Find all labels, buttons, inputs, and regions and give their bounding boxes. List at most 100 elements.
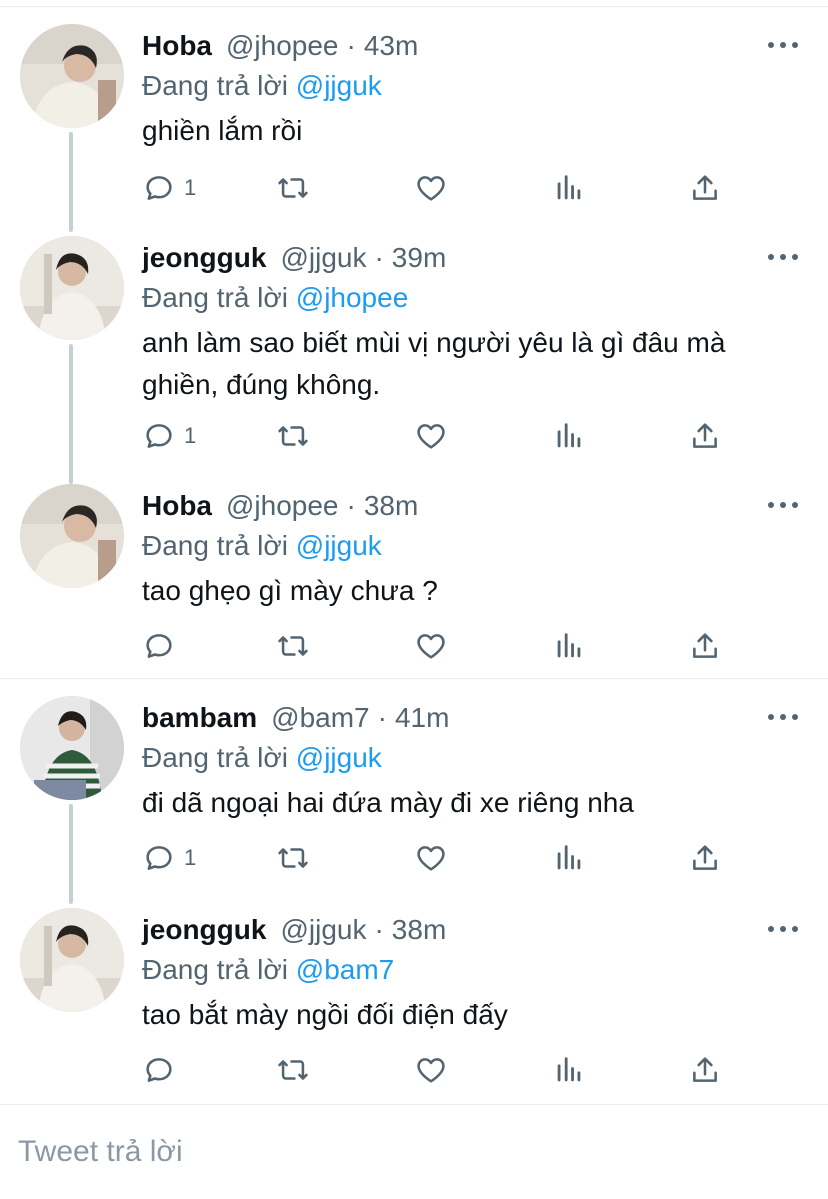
tweet-time[interactable]: 41m xyxy=(395,698,449,738)
analytics-button[interactable] xyxy=(552,416,586,456)
avatar[interactable] xyxy=(20,24,124,128)
more-options-icon[interactable] xyxy=(768,714,798,722)
retweet-button[interactable] xyxy=(276,838,310,878)
avatar[interactable] xyxy=(20,484,124,588)
author-name[interactable]: bambam xyxy=(142,698,257,738)
more-options-icon[interactable] xyxy=(768,42,798,50)
reply-button[interactable] xyxy=(142,1050,184,1090)
share-icon xyxy=(693,845,717,870)
avatar[interactable] xyxy=(20,696,124,800)
reply-icon xyxy=(146,1058,172,1082)
retweet-icon xyxy=(278,426,308,446)
replying-to-label: Đang trả lời xyxy=(142,954,288,985)
reply-composer-input[interactable]: Tweet trả lời xyxy=(18,1130,183,1174)
more-options-icon[interactable] xyxy=(768,926,798,934)
like-button[interactable] xyxy=(414,416,448,456)
share-icon xyxy=(693,633,717,658)
reply-icon xyxy=(146,424,172,448)
retweet-button[interactable] xyxy=(276,1050,310,1090)
tweet-actions: 1 xyxy=(142,416,742,456)
tweet-text: anh làm sao biết mùi vị người yêu là gì … xyxy=(142,327,726,400)
thread-line xyxy=(69,132,73,232)
separator-dot: · xyxy=(374,914,384,945)
retweet-icon xyxy=(278,178,308,198)
thread-line xyxy=(69,804,73,904)
analytics-icon xyxy=(557,633,581,658)
replying-to: Đang trả lời @jjguk xyxy=(142,66,382,106)
share-icon xyxy=(693,175,717,200)
like-button[interactable] xyxy=(414,626,448,666)
replying-to-label: Đang trả lời xyxy=(142,282,288,313)
more-options-icon[interactable] xyxy=(768,502,798,510)
share-button[interactable] xyxy=(688,416,722,456)
analytics-button[interactable] xyxy=(552,168,586,208)
heart-icon xyxy=(417,176,445,201)
reply-button[interactable] xyxy=(142,626,184,666)
share-icon xyxy=(693,1057,717,1082)
retweet-icon xyxy=(278,1060,308,1080)
reply-count: 1 xyxy=(184,175,197,200)
reply-button[interactable]: 1 xyxy=(142,168,196,208)
retweet-button[interactable] xyxy=(276,168,310,208)
avatar[interactable] xyxy=(20,236,124,340)
share-button[interactable] xyxy=(688,626,722,666)
author-handle[interactable]: @jjguk xyxy=(280,238,366,278)
reply-count: 1 xyxy=(184,423,197,448)
reply-button[interactable]: 1 xyxy=(142,838,196,878)
retweet-button[interactable] xyxy=(276,626,310,666)
retweet-icon xyxy=(278,636,308,656)
analytics-button[interactable] xyxy=(552,626,586,666)
more-options-icon[interactable] xyxy=(768,254,798,262)
like-button[interactable] xyxy=(414,838,448,878)
reply-count: 1 xyxy=(184,845,197,870)
replying-to-label: Đang trả lời xyxy=(142,530,288,561)
analytics-icon xyxy=(557,1057,581,1082)
composer-divider xyxy=(0,1104,828,1105)
tweet-time[interactable]: 38m xyxy=(364,486,418,526)
replying-to-mention[interactable]: @bam7 xyxy=(296,954,394,985)
heart-icon xyxy=(417,1058,445,1083)
analytics-icon xyxy=(557,845,581,870)
analytics-icon xyxy=(557,175,581,200)
reply-icon xyxy=(146,634,172,658)
tweet-text: tao ghẹo gì mày chưa ? xyxy=(142,575,438,606)
tweet-actions xyxy=(142,1050,742,1090)
reply-button[interactable]: 1 xyxy=(142,416,196,456)
top-divider xyxy=(0,6,828,7)
tweet-time[interactable]: 38m xyxy=(392,910,446,950)
avatar[interactable] xyxy=(20,908,124,1012)
replying-to: Đang trả lời @jhopee xyxy=(142,278,408,318)
replying-to-mention[interactable]: @jjguk xyxy=(296,530,382,561)
share-button[interactable] xyxy=(688,838,722,878)
separator-dot: · xyxy=(346,490,356,521)
like-button[interactable] xyxy=(414,168,448,208)
replying-to-mention[interactable]: @jhopee xyxy=(296,282,409,313)
separator-dot: · xyxy=(346,30,356,61)
analytics-button[interactable] xyxy=(552,1050,586,1090)
tweet-time[interactable]: 43m xyxy=(364,26,418,66)
share-icon xyxy=(693,423,717,448)
separator-dot: · xyxy=(374,242,384,273)
replying-to-label: Đang trả lời xyxy=(142,742,288,773)
author-handle[interactable]: @jhopee xyxy=(226,26,339,66)
author-handle[interactable]: @jjguk xyxy=(280,910,366,950)
retweet-button[interactable] xyxy=(276,416,310,456)
author-name[interactable]: Hoba xyxy=(142,486,212,526)
like-button[interactable] xyxy=(414,1050,448,1090)
share-button[interactable] xyxy=(688,168,722,208)
author-handle[interactable]: @jhopee xyxy=(226,486,339,526)
tweet-actions: 1 xyxy=(142,838,742,878)
tweet-time[interactable]: 39m xyxy=(392,238,446,278)
author-handle[interactable]: @bam7 xyxy=(271,698,369,738)
author-name[interactable]: Hoba xyxy=(142,26,212,66)
replying-to-label: Đang trả lời xyxy=(142,70,288,101)
analytics-button[interactable] xyxy=(552,838,586,878)
heart-icon xyxy=(417,634,445,659)
analytics-icon xyxy=(557,423,581,448)
share-button[interactable] xyxy=(688,1050,722,1090)
replying-to: Đang trả lời @jjguk xyxy=(142,526,382,566)
author-name[interactable]: jeongguk xyxy=(142,910,266,950)
author-name[interactable]: jeongguk xyxy=(142,238,266,278)
replying-to-mention[interactable]: @jjguk xyxy=(296,742,382,773)
replying-to-mention[interactable]: @jjguk xyxy=(296,70,382,101)
